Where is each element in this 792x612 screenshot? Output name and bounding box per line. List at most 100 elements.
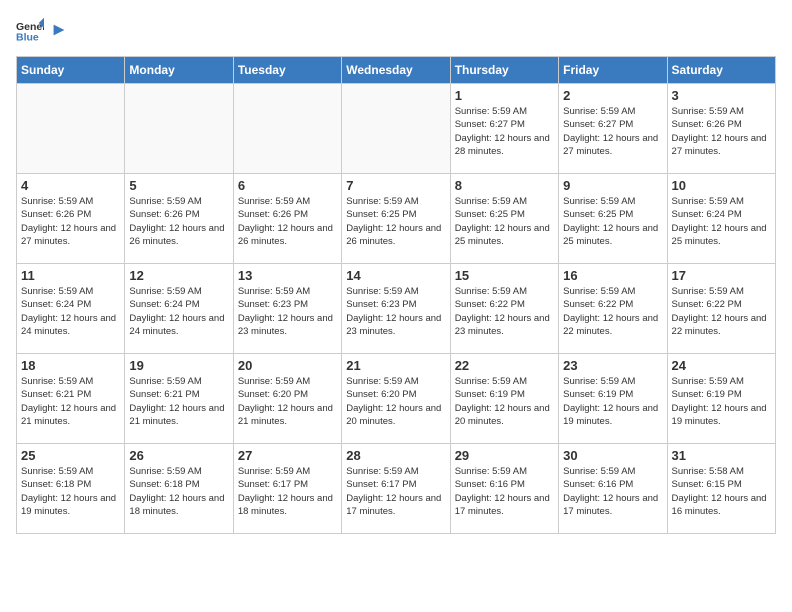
day-number: 8 <box>455 178 554 193</box>
day-info: Sunrise: 5:59 AM Sunset: 6:26 PM Dayligh… <box>21 195 120 248</box>
day-header-wednesday: Wednesday <box>342 57 450 84</box>
day-number: 5 <box>129 178 228 193</box>
day-number: 6 <box>238 178 337 193</box>
day-info: Sunrise: 5:59 AM Sunset: 6:22 PM Dayligh… <box>455 285 554 338</box>
day-number: 2 <box>563 88 662 103</box>
day-info: Sunrise: 5:59 AM Sunset: 6:19 PM Dayligh… <box>563 375 662 428</box>
day-info: Sunrise: 5:59 AM Sunset: 6:19 PM Dayligh… <box>455 375 554 428</box>
calendar-cell: 21Sunrise: 5:59 AM Sunset: 6:20 PM Dayli… <box>342 354 450 444</box>
day-number: 28 <box>346 448 445 463</box>
calendar-cell: 18Sunrise: 5:59 AM Sunset: 6:21 PM Dayli… <box>17 354 125 444</box>
day-info: Sunrise: 5:59 AM Sunset: 6:26 PM Dayligh… <box>672 105 771 158</box>
day-info: Sunrise: 5:59 AM Sunset: 6:17 PM Dayligh… <box>238 465 337 518</box>
day-info: Sunrise: 5:59 AM Sunset: 6:24 PM Dayligh… <box>129 285 228 338</box>
day-info: Sunrise: 5:59 AM Sunset: 6:24 PM Dayligh… <box>21 285 120 338</box>
day-info: Sunrise: 5:59 AM Sunset: 6:18 PM Dayligh… <box>129 465 228 518</box>
day-number: 19 <box>129 358 228 373</box>
day-info: Sunrise: 5:59 AM Sunset: 6:20 PM Dayligh… <box>346 375 445 428</box>
calendar-cell: 30Sunrise: 5:59 AM Sunset: 6:16 PM Dayli… <box>559 444 667 534</box>
day-number: 13 <box>238 268 337 283</box>
day-number: 4 <box>21 178 120 193</box>
calendar-cell <box>125 84 233 174</box>
svg-text:Blue: Blue <box>16 32 39 44</box>
calendar-cell: 1 Sunrise: 5:59 AM Sunset: 6:27 PM Daylig… <box>450 84 558 174</box>
calendar-cell: 8 Sunrise: 5:59 AM Sunset: 6:25 PM Daylig… <box>450 174 558 264</box>
calendar-cell: 31 Sunrise: 5:58 AM Sunset: 6:15 PM Dayli… <box>667 444 775 534</box>
calendar-cell: 23 Sunrise: 5:59 AM Sunset: 6:19 PM Dayli… <box>559 354 667 444</box>
day-number: 9 <box>563 178 662 193</box>
calendar-cell: 25Sunrise: 5:59 AM Sunset: 6:18 PM Dayli… <box>17 444 125 534</box>
calendar-cell: 9 Sunrise: 5:59 AM Sunset: 6:25 PM Daylig… <box>559 174 667 264</box>
calendar-cell: 22 Sunrise: 5:59 AM Sunset: 6:19 PM Dayli… <box>450 354 558 444</box>
calendar-cell <box>342 84 450 174</box>
calendar-cell: 26 Sunrise: 5:59 AM Sunset: 6:18 PM Dayli… <box>125 444 233 534</box>
calendar-body: 1 Sunrise: 5:59 AM Sunset: 6:27 PM Daylig… <box>17 84 776 534</box>
day-info: Sunrise: 5:59 AM Sunset: 6:26 PM Dayligh… <box>129 195 228 248</box>
day-number: 3 <box>672 88 771 103</box>
day-header-thursday: Thursday <box>450 57 558 84</box>
calendar-week-4: 18Sunrise: 5:59 AM Sunset: 6:21 PM Dayli… <box>17 354 776 444</box>
day-number: 23 <box>563 358 662 373</box>
calendar-cell: 7 Sunrise: 5:59 AM Sunset: 6:25 PM Daylig… <box>342 174 450 264</box>
day-info: Sunrise: 5:59 AM Sunset: 6:25 PM Dayligh… <box>346 195 445 248</box>
day-number: 22 <box>455 358 554 373</box>
day-header-friday: Friday <box>559 57 667 84</box>
day-info: Sunrise: 5:59 AM Sunset: 6:27 PM Dayligh… <box>455 105 554 158</box>
logo: General Blue <box>16 16 68 44</box>
day-number: 11 <box>21 268 120 283</box>
day-number: 16 <box>563 268 662 283</box>
day-info: Sunrise: 5:59 AM Sunset: 6:22 PM Dayligh… <box>672 285 771 338</box>
calendar-header-row: SundayMondayTuesdayWednesdayThursdayFrid… <box>17 57 776 84</box>
day-header-tuesday: Tuesday <box>233 57 341 84</box>
day-info: Sunrise: 5:59 AM Sunset: 6:26 PM Dayligh… <box>238 195 337 248</box>
day-number: 27 <box>238 448 337 463</box>
day-number: 31 <box>672 448 771 463</box>
calendar-cell: 5 Sunrise: 5:59 AM Sunset: 6:26 PM Daylig… <box>125 174 233 264</box>
day-info: Sunrise: 5:59 AM Sunset: 6:27 PM Dayligh… <box>563 105 662 158</box>
calendar-cell <box>233 84 341 174</box>
calendar-cell: 11 Sunrise: 5:59 AM Sunset: 6:24 PM Dayli… <box>17 264 125 354</box>
day-number: 12 <box>129 268 228 283</box>
day-info: Sunrise: 5:59 AM Sunset: 6:23 PM Dayligh… <box>238 285 337 338</box>
day-info: Sunrise: 5:59 AM Sunset: 6:25 PM Dayligh… <box>563 195 662 248</box>
calendar-cell: 4 Sunrise: 5:59 AM Sunset: 6:26 PM Daylig… <box>17 174 125 264</box>
calendar-cell: 6 Sunrise: 5:59 AM Sunset: 6:26 PM Daylig… <box>233 174 341 264</box>
day-header-monday: Monday <box>125 57 233 84</box>
day-info: Sunrise: 5:59 AM Sunset: 6:17 PM Dayligh… <box>346 465 445 518</box>
day-info: Sunrise: 5:59 AM Sunset: 6:18 PM Dayligh… <box>21 465 120 518</box>
calendar-table: SundayMondayTuesdayWednesdayThursdayFrid… <box>16 56 776 534</box>
day-info: Sunrise: 5:59 AM Sunset: 6:20 PM Dayligh… <box>238 375 337 428</box>
day-info: Sunrise: 5:59 AM Sunset: 6:25 PM Dayligh… <box>455 195 554 248</box>
calendar-cell: 13 Sunrise: 5:59 AM Sunset: 6:23 PM Dayli… <box>233 264 341 354</box>
day-info: Sunrise: 5:59 AM Sunset: 6:19 PM Dayligh… <box>672 375 771 428</box>
calendar-cell: 15Sunrise: 5:59 AM Sunset: 6:22 PM Dayli… <box>450 264 558 354</box>
calendar-cell: 20Sunrise: 5:59 AM Sunset: 6:20 PM Dayli… <box>233 354 341 444</box>
calendar-cell: 24Sunrise: 5:59 AM Sunset: 6:19 PM Dayli… <box>667 354 775 444</box>
day-info: Sunrise: 5:59 AM Sunset: 6:16 PM Dayligh… <box>455 465 554 518</box>
calendar-cell: 14 Sunrise: 5:59 AM Sunset: 6:23 PM Dayli… <box>342 264 450 354</box>
calendar-cell: 10Sunrise: 5:59 AM Sunset: 6:24 PM Dayli… <box>667 174 775 264</box>
day-info: Sunrise: 5:58 AM Sunset: 6:15 PM Dayligh… <box>672 465 771 518</box>
day-number: 7 <box>346 178 445 193</box>
day-number: 26 <box>129 448 228 463</box>
calendar-week-3: 11 Sunrise: 5:59 AM Sunset: 6:24 PM Dayli… <box>17 264 776 354</box>
day-info: Sunrise: 5:59 AM Sunset: 6:23 PM Dayligh… <box>346 285 445 338</box>
day-info: Sunrise: 5:59 AM Sunset: 6:16 PM Dayligh… <box>563 465 662 518</box>
calendar-cell: 29 Sunrise: 5:59 AM Sunset: 6:16 PM Dayli… <box>450 444 558 534</box>
calendar-cell: 2 Sunrise: 5:59 AM Sunset: 6:27 PM Daylig… <box>559 84 667 174</box>
day-number: 18 <box>21 358 120 373</box>
calendar-cell: 17Sunrise: 5:59 AM Sunset: 6:22 PM Dayli… <box>667 264 775 354</box>
calendar-cell: 28 Sunrise: 5:59 AM Sunset: 6:17 PM Dayli… <box>342 444 450 534</box>
day-number: 10 <box>672 178 771 193</box>
calendar-week-5: 25Sunrise: 5:59 AM Sunset: 6:18 PM Dayli… <box>17 444 776 534</box>
calendar-cell: 3 Sunrise: 5:59 AM Sunset: 6:26 PM Daylig… <box>667 84 775 174</box>
day-number: 1 <box>455 88 554 103</box>
day-number: 14 <box>346 268 445 283</box>
day-header-sunday: Sunday <box>17 57 125 84</box>
calendar-week-2: 4 Sunrise: 5:59 AM Sunset: 6:26 PM Daylig… <box>17 174 776 264</box>
logo-icon: General Blue <box>16 16 44 44</box>
day-number: 29 <box>455 448 554 463</box>
calendar-cell <box>17 84 125 174</box>
page-header: General Blue <box>16 16 776 44</box>
calendar-cell: 19Sunrise: 5:59 AM Sunset: 6:21 PM Dayli… <box>125 354 233 444</box>
